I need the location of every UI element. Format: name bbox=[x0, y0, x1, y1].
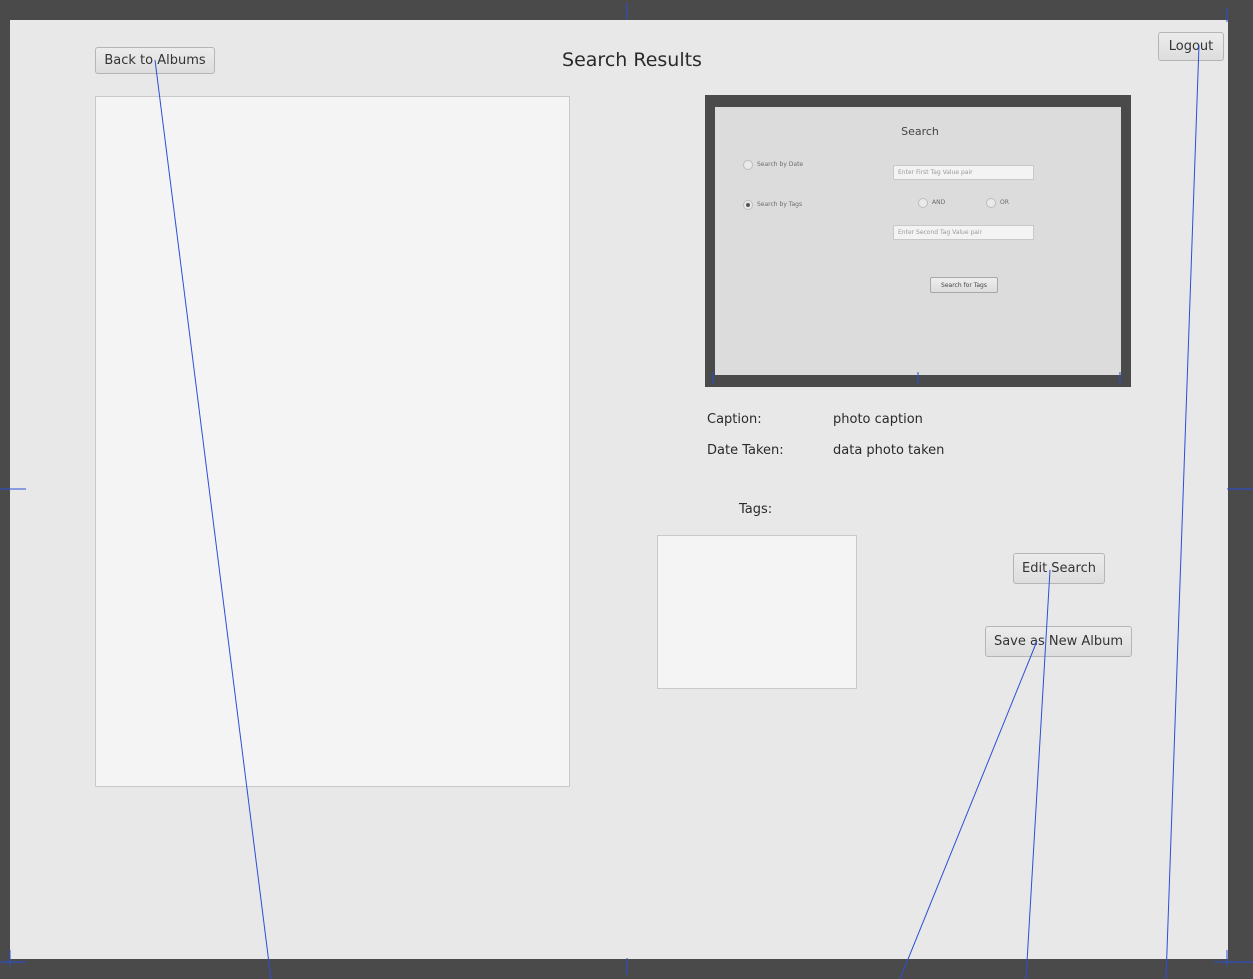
tags-label: Tags: bbox=[739, 502, 773, 517]
preview-first-tag-input: Enter First Tag Value pair bbox=[893, 165, 1034, 180]
caption-label: Caption: bbox=[707, 412, 762, 427]
caption-value: photo caption bbox=[833, 412, 923, 427]
preview-radio-search-by-tags bbox=[743, 200, 753, 210]
preview-and-label: AND bbox=[932, 199, 946, 206]
preview-radio-or bbox=[986, 198, 996, 208]
preview-second-tag-input: Enter Second Tag Value pair bbox=[893, 225, 1034, 240]
tags-list[interactable] bbox=[657, 535, 857, 689]
photo-preview-image: Search Search by Date Search by Tags Ent… bbox=[715, 107, 1121, 375]
page-title: Search Results bbox=[562, 49, 702, 71]
preview-or-label: OR bbox=[1000, 199, 1009, 206]
photo-preview: Search Search by Date Search by Tags Ent… bbox=[705, 95, 1131, 387]
preview-search-by-tags-label: Search by Tags bbox=[757, 201, 803, 208]
date-taken-label: Date Taken: bbox=[707, 443, 784, 458]
edit-search-button[interactable]: Edit Search bbox=[1013, 553, 1105, 584]
preview-radio-and bbox=[918, 198, 928, 208]
preview-search-by-date-label: Search by Date bbox=[757, 161, 804, 168]
save-as-new-album-button[interactable]: Save as New Album bbox=[985, 626, 1132, 657]
preview-search-for-tags-button: Search for Tags bbox=[930, 277, 998, 293]
date-taken-value: data photo taken bbox=[833, 443, 945, 458]
back-to-albums-button[interactable]: Back to Albums bbox=[95, 47, 215, 74]
preview-radio-search-by-date bbox=[743, 160, 753, 170]
preview-search-title: Search bbox=[901, 125, 939, 138]
logout-button[interactable]: Logout bbox=[1158, 32, 1224, 61]
search-results-list[interactable] bbox=[95, 96, 570, 787]
